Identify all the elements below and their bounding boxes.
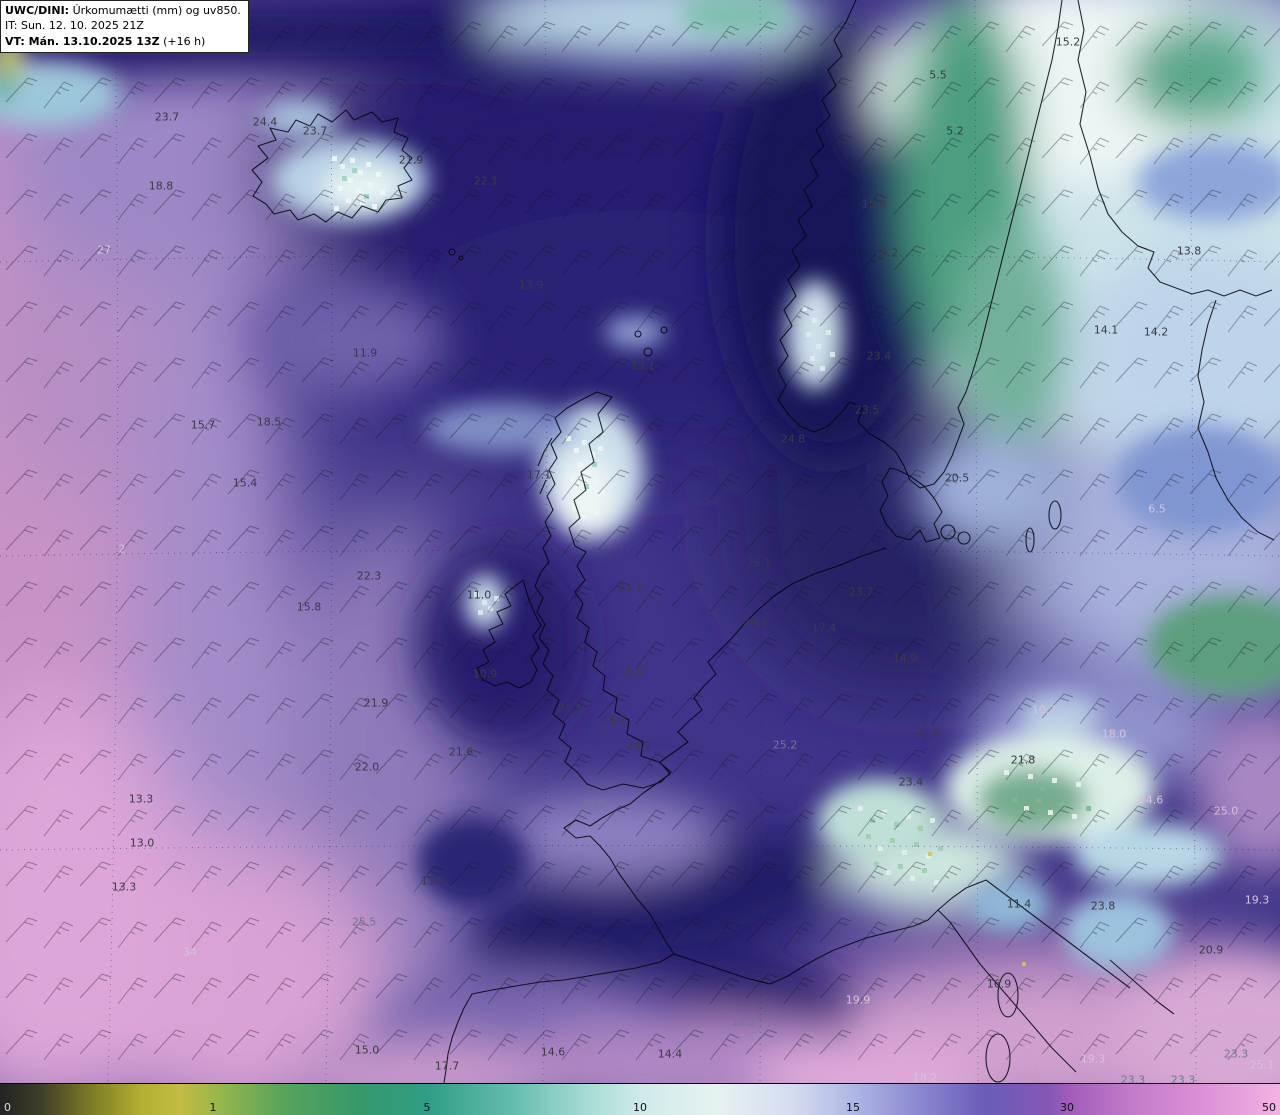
colorbar: 0 1 5 10 15 30 50 (0, 1083, 1280, 1115)
model-title: UWC/DINI: Úrkomumætti (mm) og uv850. (5, 3, 241, 18)
colorbar-ticks: 0 1 5 10 15 30 50 (0, 1084, 1280, 1115)
colorbar-tick-5: 5 (423, 1101, 431, 1114)
title-box: UWC/DINI: Úrkomumætti (mm) og uv850. IT:… (0, 0, 249, 54)
colorbar-tick-1: 1 (209, 1101, 217, 1114)
init-label: IT: (5, 19, 18, 33)
valid-text: Mán. 13.10.2025 13Z (24, 34, 160, 48)
model-text: Úrkomumætti (mm) og uv850. (69, 4, 241, 17)
colorbar-tick-30: 30 (1060, 1101, 1074, 1114)
weather-map-frame: 15.2 5.5 23.7 24.4 23.7 5.2 21.9 22.1 18.8 15.8 16… (0, 0, 1280, 1115)
colorbar-tick-50: 50 (1262, 1101, 1276, 1114)
valid-time: VT: Mán. 13.10.2025 13Z (+16 h) (5, 34, 241, 49)
map-canvas: 15.2 5.5 23.7 24.4 23.7 5.2 21.9 22.1 18.8 15.8 16… (0, 0, 1280, 1086)
precipitation-field (0, 0, 1280, 1083)
colorbar-tick-10: 10 (633, 1101, 647, 1114)
init-text: Sun. 12. 10. 2025 21Z (17, 19, 144, 33)
model-label: UWC/DINI: (5, 4, 70, 17)
colorbar-tick-0: 0 (4, 1101, 11, 1114)
colorbar-tick-15: 15 (846, 1101, 860, 1114)
valid-suffix: (+16 h) (159, 34, 206, 48)
valid-label: VT: (5, 34, 25, 48)
init-time: IT: Sun. 12. 10. 2025 21Z (5, 18, 241, 33)
wind-barbs-overlay (0, 0, 1280, 1083)
